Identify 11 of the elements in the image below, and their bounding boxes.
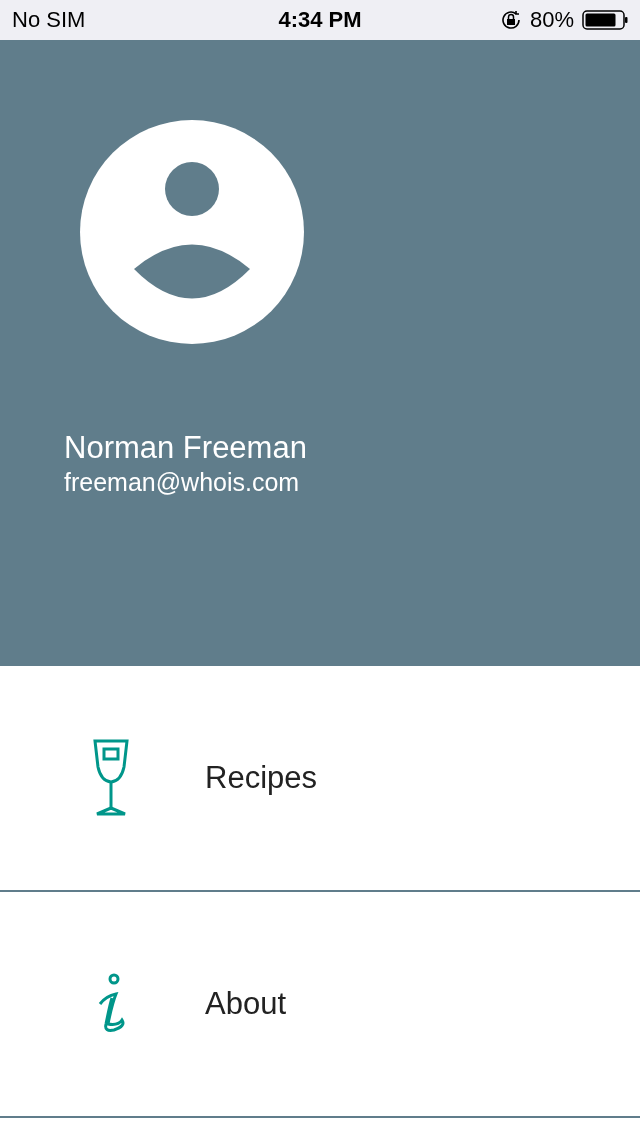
wine-glass-icon (92, 738, 130, 818)
rotation-lock-icon (499, 9, 522, 31)
user-name: Norman Freeman (64, 430, 308, 466)
carrier: No SIM (12, 7, 86, 33)
battery-icon (582, 10, 628, 30)
battery-percent: 80% (529, 7, 574, 33)
time: 4:34 PM (277, 7, 363, 33)
menu-item[interactable]: Recipes (0, 666, 640, 892)
menu-item[interactable]: About (0, 892, 640, 1118)
user-email: freeman@whois.com (64, 468, 301, 497)
avatar-icon (80, 120, 304, 344)
